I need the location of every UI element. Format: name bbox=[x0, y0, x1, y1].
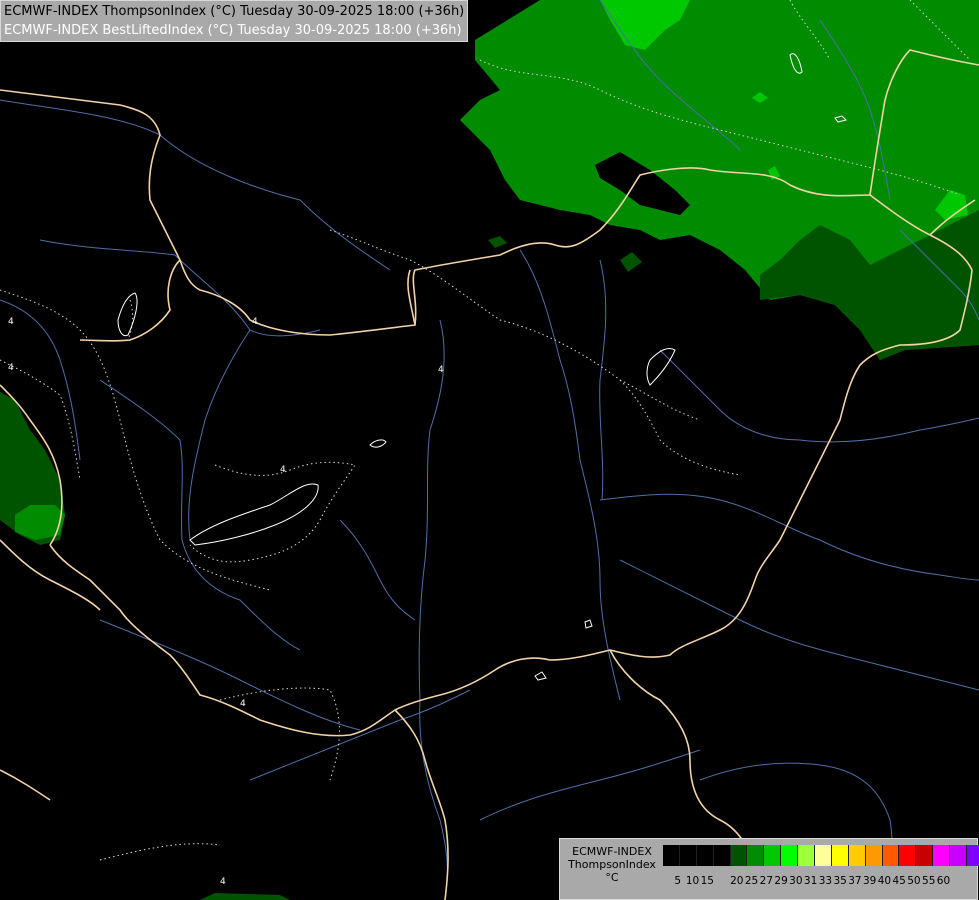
contour-label: 4 bbox=[280, 465, 286, 475]
legend-swatch bbox=[696, 845, 714, 866]
legend-swatch bbox=[747, 845, 765, 866]
legend-swatch bbox=[764, 845, 782, 866]
legend-tick-label: 29 bbox=[774, 875, 788, 887]
legend-swatch bbox=[933, 845, 951, 866]
title-thompson-index: ECMWF-INDEX ThompsonIndex (°C) Tuesday 3… bbox=[4, 4, 465, 19]
legend-tick-label: 40 bbox=[877, 875, 892, 887]
contour-label: 4 bbox=[8, 363, 14, 373]
legend-tick-label: 10 bbox=[685, 875, 700, 887]
legend-swatch bbox=[882, 845, 900, 866]
legend-parameter: ThompsonIndex bbox=[568, 858, 656, 871]
legend-tick-label: 20 bbox=[730, 875, 744, 887]
title-best-lifted-index: ECMWF-INDEX BestLiftedIndex (°C) Tuesday… bbox=[4, 23, 462, 38]
legend-swatch bbox=[679, 845, 697, 866]
legend-tick-label: 45 bbox=[892, 875, 906, 887]
legend-swatch bbox=[950, 845, 968, 866]
legend-tick-label: 27 bbox=[759, 875, 774, 887]
legend-swatch bbox=[899, 845, 917, 866]
contour-label: 4 bbox=[220, 877, 226, 887]
legend-ticks: 5 10 15 20 25 27 29 30 31 33 35 37 39 40 45 50 55 60 bbox=[663, 875, 973, 889]
fill-west-light bbox=[15, 505, 65, 540]
legend-tick-label: 35 bbox=[833, 875, 847, 887]
legend-swatch bbox=[713, 845, 731, 866]
legend-swatch bbox=[967, 845, 979, 866]
legend-swatch bbox=[730, 845, 748, 866]
legend-swatch bbox=[831, 845, 849, 866]
legend-tick-label: 30 bbox=[789, 875, 803, 887]
contour-label: 4 bbox=[8, 317, 14, 327]
legend-tick-label: 39 bbox=[862, 875, 877, 887]
legend-tick-label: 31 bbox=[803, 875, 818, 887]
legend-swatch bbox=[663, 845, 680, 866]
legend-swatch bbox=[865, 845, 883, 866]
legend-tick-label: 37 bbox=[848, 875, 862, 887]
map-title: ECMWF-INDEX ThompsonIndex (°C) Tuesday 3… bbox=[0, 0, 469, 42]
legend-swatch bbox=[916, 845, 934, 866]
legend-swatch bbox=[848, 845, 866, 866]
legend-tick-label: 55 bbox=[922, 875, 936, 887]
legend-unit: °C bbox=[605, 871, 619, 884]
legend-tick-label: 15 bbox=[700, 875, 714, 887]
legend-swatch bbox=[815, 845, 832, 866]
legend-label: ECMWF-INDEX ThompsonIndex °C bbox=[564, 845, 660, 884]
color-legend: ECMWF-INDEX ThompsonIndex °C 5 10 15 20 25 27… bbox=[559, 838, 979, 900]
contour-label: 4 bbox=[252, 317, 258, 327]
weather-map: 4 4 4 4 4 4 4 bbox=[0, 0, 979, 900]
legend-tick-label: 60 bbox=[936, 875, 951, 887]
contour-label: 4 bbox=[438, 365, 444, 375]
legend-tick-label: 33 bbox=[818, 875, 833, 887]
legend-swatch bbox=[781, 845, 799, 866]
legend-tick-label: 5 bbox=[674, 875, 682, 887]
legend-tick-label: 50 bbox=[907, 875, 921, 887]
legend-swatch bbox=[798, 845, 816, 866]
legend-tick-label: 25 bbox=[744, 875, 759, 887]
contour-label: 4 bbox=[240, 699, 246, 709]
legend-model: ECMWF-INDEX bbox=[572, 845, 652, 858]
legend-swatches bbox=[663, 845, 979, 866]
